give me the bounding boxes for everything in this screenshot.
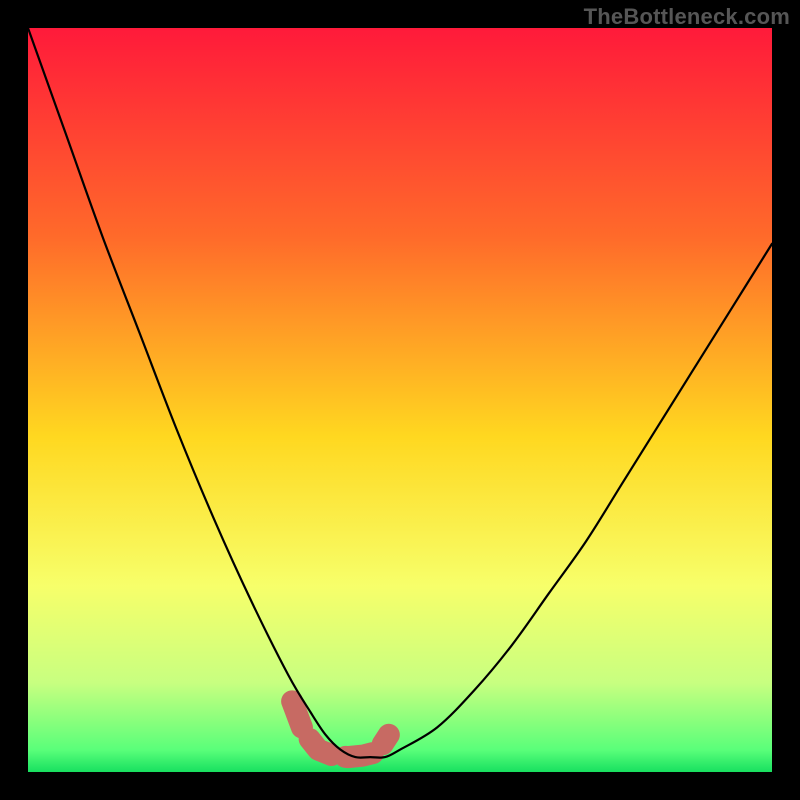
plot-area [28, 28, 772, 772]
gradient-background [28, 28, 772, 772]
chart-frame: TheBottleneck.com [0, 0, 800, 800]
chart-svg [28, 28, 772, 772]
attribution-label: TheBottleneck.com [584, 4, 790, 30]
